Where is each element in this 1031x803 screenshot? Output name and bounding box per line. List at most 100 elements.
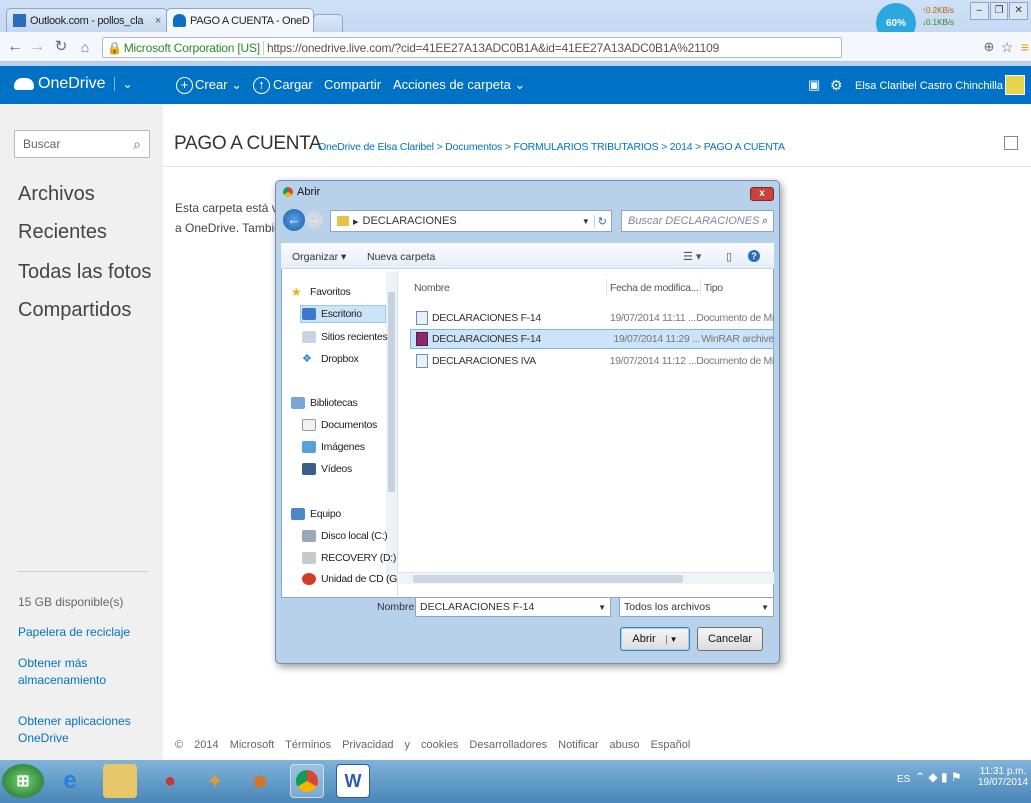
folder-actions-menu[interactable]: Acciones de carpeta ⌄ (393, 77, 525, 93)
nav-todas-las-fotos[interactable]: Todas las fotos (18, 261, 151, 284)
view-options-icon[interactable]: ☰ ▾ (683, 250, 701, 263)
column-date[interactable]: Fecha de modifica... (610, 282, 699, 294)
tree-computer[interactable]: Equipo (291, 508, 341, 520)
url-text: https://onedrive.live.com/?cid=41EE27A13… (266, 40, 720, 55)
tree-scrollbar[interactable] (386, 272, 397, 582)
new-folder-button[interactable]: Nueva carpeta (367, 251, 435, 263)
organize-menu[interactable]: Organizar ▾ (292, 251, 346, 263)
tree-label: Bibliotecas (310, 397, 358, 409)
desktop-icon (302, 308, 316, 320)
dialog-search-input[interactable]: Buscar DECLARACIONES ⌕ (621, 210, 774, 232)
bookmark-star-icon[interactable]: ☆ (998, 38, 1016, 56)
create-menu[interactable]: + Crear ⌄ (176, 77, 242, 94)
menu-icon[interactable]: ≡ (1016, 38, 1031, 56)
app-icon-orange[interactable]: ✦ (198, 764, 232, 798)
tree-videos[interactable]: Vídeos (302, 463, 352, 475)
share-button[interactable]: Compartir (324, 77, 381, 92)
tree-dropbox[interactable]: ❖ Dropbox (302, 353, 359, 365)
avatar[interactable] (1005, 75, 1025, 95)
preview-pane-icon[interactable]: ▯ (726, 250, 732, 263)
details-pane-icon[interactable] (1004, 136, 1018, 150)
dialog-search-icon[interactable]: ⌕ (762, 215, 768, 228)
get-apps-link[interactable]: Obtener aplicaciones OneDrive (18, 713, 148, 747)
dialog-back-icon[interactable]: ← (283, 209, 305, 231)
dialog-forward-icon[interactable]: → (305, 211, 323, 229)
settings-gear-icon[interactable]: ⚙ (830, 77, 843, 94)
open-dropdown-icon[interactable]: ▼ (665, 634, 678, 644)
get-more-storage-link[interactable]: Obtener más almacenamiento (18, 655, 118, 689)
recycle-bin-link[interactable]: Papelera de reciclaje (18, 624, 130, 641)
forward-icon[interactable]: → (28, 38, 46, 56)
privacy-link[interactable]: Privacidad y cookies (342, 739, 458, 751)
nav-compartidos[interactable]: Compartidos (18, 299, 131, 322)
new-tab-button[interactable] (313, 14, 343, 32)
filename-dropdown-icon[interactable]: ▼ (598, 603, 606, 612)
file-type: WinRAR archive (701, 333, 774, 345)
search-input[interactable]: Buscar ⌕ (14, 130, 150, 158)
filename-input[interactable]: DECLARACIONES F-14 ▼ (415, 597, 611, 617)
close-window-icon[interactable]: ✕ (1009, 2, 1029, 20)
tree-recent[interactable]: Sitios recientes (302, 331, 388, 343)
chrome-taskbar-icon[interactable] (290, 764, 324, 798)
cancel-button[interactable]: Cancelar (697, 627, 763, 651)
tree-libraries[interactable]: Bibliotecas (291, 397, 358, 409)
tree-recovery[interactable]: RECOVERY (D:) (302, 552, 396, 564)
refresh-icon[interactable]: ↻ (593, 214, 607, 228)
word-taskbar-icon[interactable]: W (336, 764, 370, 798)
language-link[interactable]: Español (651, 739, 691, 751)
upload-button[interactable]: ↑ Cargar (253, 77, 313, 94)
search-icon[interactable]: ⌕ (133, 136, 141, 153)
language-indicator[interactable]: ES (897, 774, 910, 785)
app-switcher-icon[interactable]: ⌄ (113, 77, 133, 91)
videos-icon (302, 463, 316, 475)
column-type[interactable]: Tipo (704, 282, 723, 294)
help-icon[interactable]: ? (748, 250, 760, 262)
file-explorer-icon[interactable] (103, 764, 137, 798)
developers-link[interactable]: Desarrolladores (469, 739, 547, 751)
close-tab-icon[interactable]: × (151, 15, 161, 27)
tree-cd[interactable]: Unidad de CD (G (302, 573, 397, 585)
tree-desktop[interactable]: Escritorio (302, 308, 362, 320)
file-row-selected[interactable]: DECLARACIONES F-14 19/07/2014 11:29 ... … (412, 329, 774, 349)
start-button-icon[interactable]: ⊞ (2, 764, 44, 798)
clock[interactable]: 11:31 p.m. 19/07/2014 (978, 766, 1028, 788)
app-icon-media[interactable]: ◉ (243, 764, 277, 798)
zoom-icon[interactable]: ⊕ (980, 38, 998, 56)
minimize-icon[interactable]: – (970, 2, 989, 20)
search-placeholder: Buscar (23, 137, 61, 151)
terms-link[interactable]: Términos (285, 739, 331, 751)
address-bar[interactable]: 🔒 Microsoft Corporation [US] https://one… (102, 37, 842, 58)
home-icon[interactable]: ⌂ (76, 38, 94, 56)
app-icon-red[interactable]: ● (153, 764, 187, 798)
open-button[interactable]: Abrir ▼ (620, 627, 690, 651)
scroll-thumb[interactable] (413, 575, 683, 583)
tray-icons[interactable]: ⌃ ◆ ▮ ⚑ (915, 770, 962, 784)
tree-disk-c[interactable]: Disco local (C:) (302, 530, 388, 542)
internet-explorer-icon[interactable]: e (53, 764, 87, 798)
maximize-icon[interactable]: ❐ (989, 2, 1009, 20)
tab-onedrive[interactable]: PAGO A CUENTA - OneD × (166, 8, 314, 32)
chat-icon[interactable]: ▣ (808, 77, 820, 93)
dialog-close-button[interactable]: x (750, 187, 774, 201)
reload-icon[interactable]: ↻ (52, 38, 70, 56)
horizontal-scrollbar[interactable] (399, 572, 774, 584)
file-row[interactable]: DECLARACIONES F-14 19/07/2014 11:11 ... … (412, 308, 774, 328)
dialog-path-bar[interactable]: ▸ DECLARACIONES ▼ ↻ (330, 210, 612, 232)
filter-dropdown-icon[interactable]: ▼ (761, 603, 769, 612)
tree-images[interactable]: Imágenes (302, 441, 365, 453)
nav-recientes[interactable]: Recientes (18, 221, 107, 244)
file-type-filter[interactable]: Todos los archivos ▼ (619, 597, 774, 617)
column-name[interactable]: Nombre (414, 282, 450, 294)
onedrive-icon (173, 14, 186, 27)
tree-favorites[interactable]: ★ Favoritos (291, 286, 351, 298)
back-icon[interactable]: ← (6, 38, 24, 56)
path-dropdown-icon[interactable]: ▼ (582, 217, 590, 226)
file-row[interactable]: DECLARACIONES IVA 19/07/2014 11:12 ... D… (412, 351, 774, 371)
breadcrumb[interactable]: OneDrive de Elsa Claribel > Documentos >… (318, 141, 785, 153)
tree-documents[interactable]: Documentos (302, 419, 377, 431)
report-abuse-link[interactable]: Notificar abuso (558, 739, 639, 751)
user-name[interactable]: Elsa Claribel Castro Chinchilla (855, 80, 1003, 92)
nav-archivos[interactable]: Archivos (18, 183, 95, 206)
tab-outlook[interactable]: Outlook.com - pollos_cla × (6, 8, 168, 32)
onedrive-logo[interactable]: OneDrive ⌄ (14, 75, 133, 93)
